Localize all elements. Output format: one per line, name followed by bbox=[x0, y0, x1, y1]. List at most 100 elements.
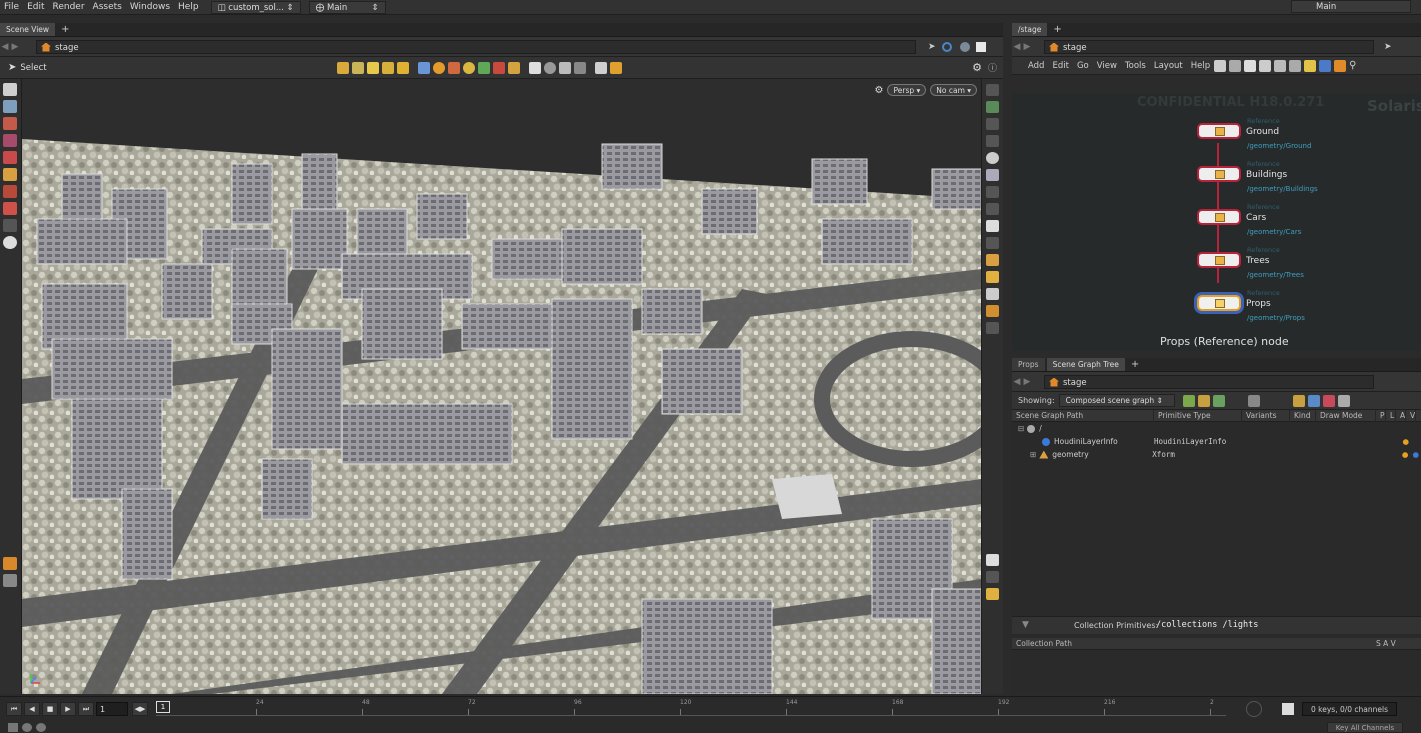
tab-props[interactable]: Props bbox=[1012, 358, 1045, 371]
node-props[interactable]: Reference Props /geometry/Props bbox=[1197, 289, 1305, 322]
magnet-icon[interactable] bbox=[3, 202, 18, 215]
network-pin-icon[interactable]: ➤ bbox=[1384, 42, 1392, 52]
frame-field[interactable]: 1 bbox=[96, 702, 128, 716]
layout-icon[interactable] bbox=[986, 588, 1000, 600]
wrench-icon[interactable] bbox=[1214, 59, 1227, 72]
network-menu-help[interactable]: Help bbox=[1187, 61, 1214, 71]
table-row[interactable]: ⊞ geometry Xform ● ● bbox=[1012, 448, 1421, 461]
camera-icon[interactable] bbox=[986, 288, 1000, 300]
select-tool-icon[interactable] bbox=[3, 83, 18, 96]
lock-camera-icon[interactable] bbox=[986, 118, 1000, 130]
grid-icon[interactable] bbox=[986, 220, 1000, 232]
gear-icon[interactable]: ⚙ bbox=[972, 61, 982, 74]
network-image-icon[interactable] bbox=[1319, 59, 1332, 72]
network-forward-icon[interactable]: ▶ bbox=[1022, 42, 1032, 52]
collapse-arrow-icon[interactable]: ⊟ bbox=[1018, 424, 1024, 433]
view-tool-icon[interactable] bbox=[3, 219, 18, 232]
clock-icon[interactable] bbox=[36, 722, 46, 732]
pose-tool-icon[interactable] bbox=[3, 151, 18, 164]
realtime-icon[interactable] bbox=[1246, 701, 1262, 717]
network-menu-layout[interactable]: Layout bbox=[1150, 61, 1187, 71]
col-p[interactable]: P bbox=[1376, 409, 1386, 422]
maximize-icon[interactable] bbox=[975, 41, 986, 52]
pin-icon[interactable]: ➤ bbox=[928, 42, 936, 52]
tab-scene-graph-tree[interactable]: Scene Graph Tree bbox=[1046, 358, 1125, 371]
scene-view-path[interactable]: stage bbox=[36, 39, 916, 54]
lock-icon[interactable] bbox=[3, 100, 18, 113]
face-icon[interactable] bbox=[462, 61, 475, 74]
node-ground[interactable]: Reference Ground /geometry/Ground bbox=[1197, 117, 1311, 150]
jump-start-button[interactable]: ⏮ bbox=[6, 702, 22, 716]
brush-icon[interactable] bbox=[351, 61, 364, 74]
network-menu-view[interactable]: View bbox=[1093, 61, 1121, 71]
pivot-icon[interactable] bbox=[609, 61, 622, 74]
display-opts-icon[interactable] bbox=[986, 101, 1000, 113]
row-lock-icon[interactable]: ● bbox=[1402, 450, 1409, 459]
col-collection-sav[interactable]: S A V bbox=[1372, 638, 1412, 650]
sgt-path[interactable]: stage bbox=[1044, 374, 1374, 389]
menu-render[interactable]: Render bbox=[49, 0, 89, 15]
menu-file[interactable]: File bbox=[0, 0, 23, 15]
col-collection-path[interactable]: Collection Path bbox=[1012, 638, 1372, 650]
group-icon[interactable] bbox=[492, 61, 505, 74]
laser-icon[interactable] bbox=[573, 61, 586, 74]
col-draw-mode[interactable]: Draw Mode bbox=[1316, 409, 1376, 422]
node-buildings[interactable]: Reference Buildings /geometry/Buildings bbox=[1197, 160, 1318, 193]
light-icon[interactable] bbox=[986, 254, 1000, 266]
tab-stage-network[interactable]: /stage bbox=[1012, 23, 1048, 36]
col-scene-graph-path[interactable]: Scene Graph Path bbox=[1012, 409, 1154, 422]
menu-windows[interactable]: Windows bbox=[126, 0, 174, 15]
network-back-icon[interactable]: ◀ bbox=[1012, 42, 1022, 52]
draw-mode-icon[interactable] bbox=[1307, 394, 1320, 407]
object-icon[interactable] bbox=[477, 61, 490, 74]
forward-arrow-icon[interactable]: ▶ bbox=[10, 42, 20, 52]
col-kind[interactable]: Kind bbox=[1290, 409, 1316, 422]
showing-dropdown[interactable]: Composed scene graph ⇕ bbox=[1058, 394, 1175, 407]
display-tool-icon[interactable] bbox=[3, 574, 18, 587]
node-trees[interactable]: Reference Trees /geometry/Trees bbox=[1197, 246, 1304, 279]
note-icon[interactable] bbox=[1304, 59, 1317, 72]
desk-selector[interactable]: ⨁ Main ⇕ bbox=[308, 0, 386, 14]
file-selector[interactable]: ◫ custom_sol... ⇕ bbox=[210, 0, 301, 14]
shield-icon[interactable] bbox=[959, 41, 970, 52]
play-reverse-button[interactable]: ◀ bbox=[24, 702, 40, 716]
render-region-icon[interactable] bbox=[986, 322, 1000, 334]
step-button[interactable]: ◀▶ bbox=[132, 702, 148, 716]
guides-icon[interactable] bbox=[986, 237, 1000, 249]
info-icon[interactable] bbox=[986, 571, 1000, 583]
col-variants[interactable]: Variants bbox=[1242, 409, 1290, 422]
sgt-back-icon[interactable]: ◀ bbox=[1012, 377, 1022, 387]
viewport-capture-icon[interactable] bbox=[986, 554, 1000, 566]
activate-icon[interactable] bbox=[1322, 394, 1335, 407]
list-icon[interactable] bbox=[1229, 59, 1242, 72]
lasso-icon[interactable] bbox=[543, 61, 556, 74]
network-menu-tools[interactable]: Tools bbox=[1121, 61, 1150, 71]
network-box-icon[interactable] bbox=[1334, 59, 1347, 72]
col-l[interactable]: L bbox=[1386, 409, 1396, 422]
right-desk-selector[interactable]: Main bbox=[1291, 0, 1411, 13]
snap-display-icon[interactable] bbox=[986, 305, 1000, 317]
expand-arrow-icon[interactable]: ⊞ bbox=[1030, 450, 1036, 459]
tree-icon[interactable] bbox=[1244, 59, 1257, 72]
link-icon[interactable] bbox=[941, 41, 952, 52]
headlight-icon[interactable] bbox=[986, 271, 1000, 283]
magic-icon[interactable] bbox=[396, 61, 409, 74]
col-primitive-type[interactable]: Primitive Type bbox=[1154, 409, 1242, 422]
back-arrow-icon[interactable]: ◀ bbox=[0, 42, 10, 52]
shading-icon[interactable] bbox=[986, 152, 1000, 164]
stop-button[interactable]: ■ bbox=[42, 702, 58, 716]
funnel-icon[interactable] bbox=[366, 61, 379, 74]
expand-icon[interactable] bbox=[1197, 394, 1210, 407]
row-lock-icon[interactable]: ● bbox=[1402, 437, 1409, 446]
col-a[interactable]: A bbox=[1396, 409, 1406, 422]
key-all-channels-button[interactable]: Key All Channels bbox=[1326, 721, 1403, 733]
wifi-icon[interactable] bbox=[986, 84, 1000, 96]
menu-edit[interactable]: Edit bbox=[23, 0, 48, 15]
tile-icon[interactable] bbox=[1274, 59, 1287, 72]
3d-viewport[interactable]: ⚙ Persp ▾ No cam ▾ bbox=[21, 79, 982, 694]
camera-gear-icon[interactable]: ⚙ bbox=[875, 85, 884, 96]
play-button[interactable]: ▶ bbox=[60, 702, 76, 716]
grid-view-icon[interactable] bbox=[1259, 59, 1272, 72]
network-menu-add[interactable]: Add bbox=[1024, 61, 1048, 71]
handle-tool-icon[interactable] bbox=[3, 134, 18, 147]
